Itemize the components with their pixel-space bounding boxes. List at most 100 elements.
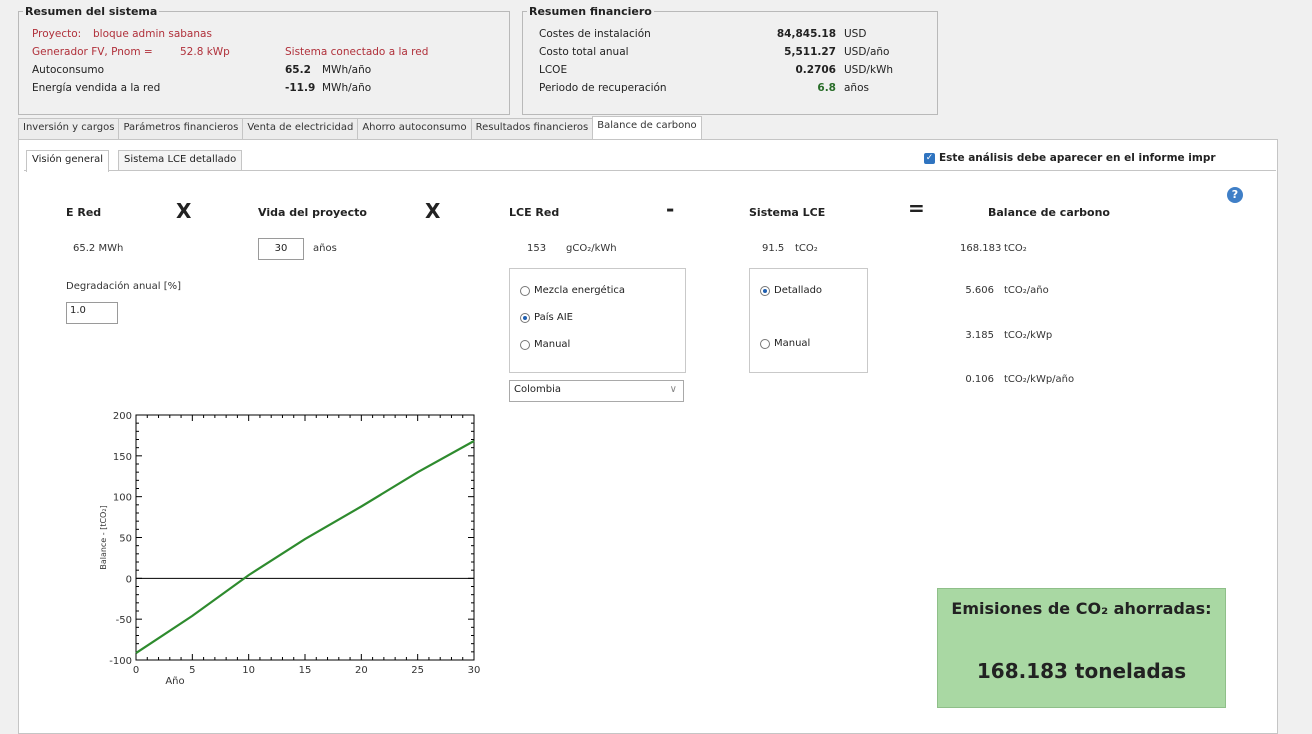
chart-x-tick-label: 25	[411, 665, 424, 676]
tab-parametros[interactable]: Parámetros financieros	[118, 118, 244, 139]
radio-circle	[760, 338, 770, 349]
chart-x-tick-label: 30	[468, 665, 481, 676]
country-select[interactable]: Colombia ∨	[509, 380, 684, 402]
tab-balance-carbono[interactable]: Balance de carbono	[592, 116, 702, 139]
chart-x-tick-label: 20	[355, 665, 368, 676]
report-checkbox[interactable]: ✓	[924, 153, 935, 164]
radio-circle	[520, 285, 530, 296]
tab-ahorro[interactable]: Ahorro autoconsumo	[357, 118, 472, 139]
radio-label: Mezcla energética	[534, 285, 626, 296]
radio-label: Manual	[534, 339, 571, 350]
financial-summary-title: Resumen financiero	[529, 5, 652, 18]
ered-header: E Red	[66, 206, 102, 219]
carbon-balance-chart: 0 5 10 15 20 25 30 -100 -50 0 50 100 150 200 Año Bala…	[99, 411, 481, 687]
chart-y-tick-label: 50	[119, 534, 132, 545]
tab-venta[interactable]: Venta de electricidad	[242, 118, 359, 139]
radio-circle	[520, 339, 530, 350]
subtab-vision-general[interactable]: Visión general	[26, 150, 110, 172]
fin-value: 6.8	[817, 82, 836, 94]
radio-circle	[520, 312, 530, 323]
fin-label: Costes de instalación	[539, 28, 651, 40]
life-header: Vida del proyecto	[258, 206, 367, 219]
chart-x-tick-label: 5	[189, 665, 195, 676]
minus-operator: -	[666, 197, 675, 221]
co2-saved-value: 168.183 toneladas	[976, 659, 1187, 683]
selfconsumption-unit: MWh/año	[322, 64, 372, 76]
ered-value: 65.2 MWh	[73, 243, 124, 254]
project-label: Proyecto:	[32, 28, 82, 40]
radio-detallado[interactable]: Detallado	[760, 285, 822, 296]
equals-operator: =	[908, 196, 925, 220]
co2-saved-title: Emisiones de CO₂ ahorradas:	[951, 599, 1212, 618]
main-tabs: Inversión y cargos Parámetros financiero…	[18, 116, 702, 139]
balance-unit: tCO₂/año	[1004, 285, 1049, 296]
generator-value: 52.8 kWp	[180, 46, 230, 58]
lce-red-value: 153	[527, 243, 547, 254]
multiply-operator: X	[176, 199, 192, 223]
system-summary-group: Resumen del sistema	[18, 5, 510, 115]
balance-value: 0.106	[965, 374, 994, 385]
balance-unit: tCO₂	[1004, 243, 1027, 254]
chart-y-tick-label: 0	[126, 574, 132, 585]
life-unit: años	[313, 243, 337, 254]
fin-unit: USD/kWh	[844, 64, 894, 76]
tab-resultados[interactable]: Resultados financieros	[470, 118, 594, 139]
radio-manual-lce[interactable]: Manual	[760, 338, 810, 349]
fin-unit: años	[844, 82, 869, 94]
lce-red-header: LCE Red	[509, 206, 560, 219]
help-icon[interactable]: ?	[1227, 187, 1243, 203]
chart-y-tick-label: -50	[116, 615, 132, 626]
lce-red-unit: gCO₂/kWh	[566, 243, 617, 254]
fin-value: 5,511.27	[784, 46, 836, 58]
fin-label: LCOE	[539, 64, 568, 76]
financial-summary-group: Resumen financiero	[522, 5, 938, 115]
chart-ylabel: Balance - [tCO₂]	[99, 505, 108, 569]
sold-label: Energía vendida a la red	[32, 82, 161, 94]
radio-manual-grid[interactable]: Manual	[520, 339, 570, 350]
degradation-label: Degradación anual [%]	[66, 281, 182, 292]
chart-frame	[135, 414, 475, 661]
chart-x-tick-label: 15	[299, 665, 312, 676]
tab-inversion[interactable]: Inversión y cargos	[18, 118, 120, 139]
sold-value: -11.9	[285, 82, 316, 94]
balance-value: 168.183	[960, 243, 1002, 254]
lce-system-unit: tCO₂	[795, 243, 818, 254]
fin-unit: USD	[844, 28, 867, 40]
system-lce-options-box	[749, 268, 868, 373]
lce-system-value: 91.5	[762, 243, 785, 254]
radio-mezcla[interactable]: Mezcla energética	[520, 285, 625, 296]
balance-unit: tCO₂/kWp/año	[1004, 374, 1075, 385]
lce-system-header: Sistema LCE	[749, 206, 826, 219]
radio-label: País AIE	[534, 312, 573, 323]
life-input[interactable]: 30	[258, 238, 304, 260]
fin-label: Costo total anual	[539, 46, 629, 58]
chart-axes	[135, 414, 475, 661]
chart-x-tick-label: 10	[242, 665, 255, 676]
generator-label: Generador FV, Pnom =	[32, 46, 153, 58]
balance-value: 5.606	[965, 285, 994, 296]
radio-label: Manual	[774, 338, 811, 349]
chart-xlabel: Año	[165, 676, 184, 687]
chart-y-tick-label: 100	[113, 493, 132, 504]
degradation-input[interactable]: 1.0	[66, 302, 118, 324]
system-summary-title: Resumen del sistema	[25, 5, 158, 18]
balance-header: Balance de carbono	[988, 206, 1110, 219]
balance-unit: tCO₂/kWp	[1004, 330, 1053, 341]
report-checkbox-label: Este análisis debe aparecer en el inform…	[939, 152, 1216, 164]
subtab-sistema-lce[interactable]: Sistema LCE detallado	[118, 150, 243, 172]
fin-value: 0.2706	[795, 64, 836, 76]
chart-y-tick-label: 150	[113, 452, 132, 463]
chart-x-tick-label: 0	[133, 665, 139, 676]
radio-label: Detallado	[774, 285, 823, 296]
selfconsumption-label: Autoconsumo	[32, 64, 105, 76]
sold-unit: MWh/año	[322, 82, 372, 94]
multiply-operator: X	[425, 199, 441, 223]
fin-unit: USD/año	[844, 46, 890, 58]
grid-status: Sistema conectado a la red	[285, 46, 429, 58]
chart-y-tick-label: -100	[109, 656, 132, 667]
radio-pais-aie[interactable]: País AIE	[520, 312, 573, 323]
chart-y-tick-label: 200	[113, 411, 132, 422]
radio-circle	[760, 285, 770, 296]
selfconsumption-value: 65.2	[285, 64, 311, 76]
country-select-value: Colombia	[514, 384, 561, 395]
